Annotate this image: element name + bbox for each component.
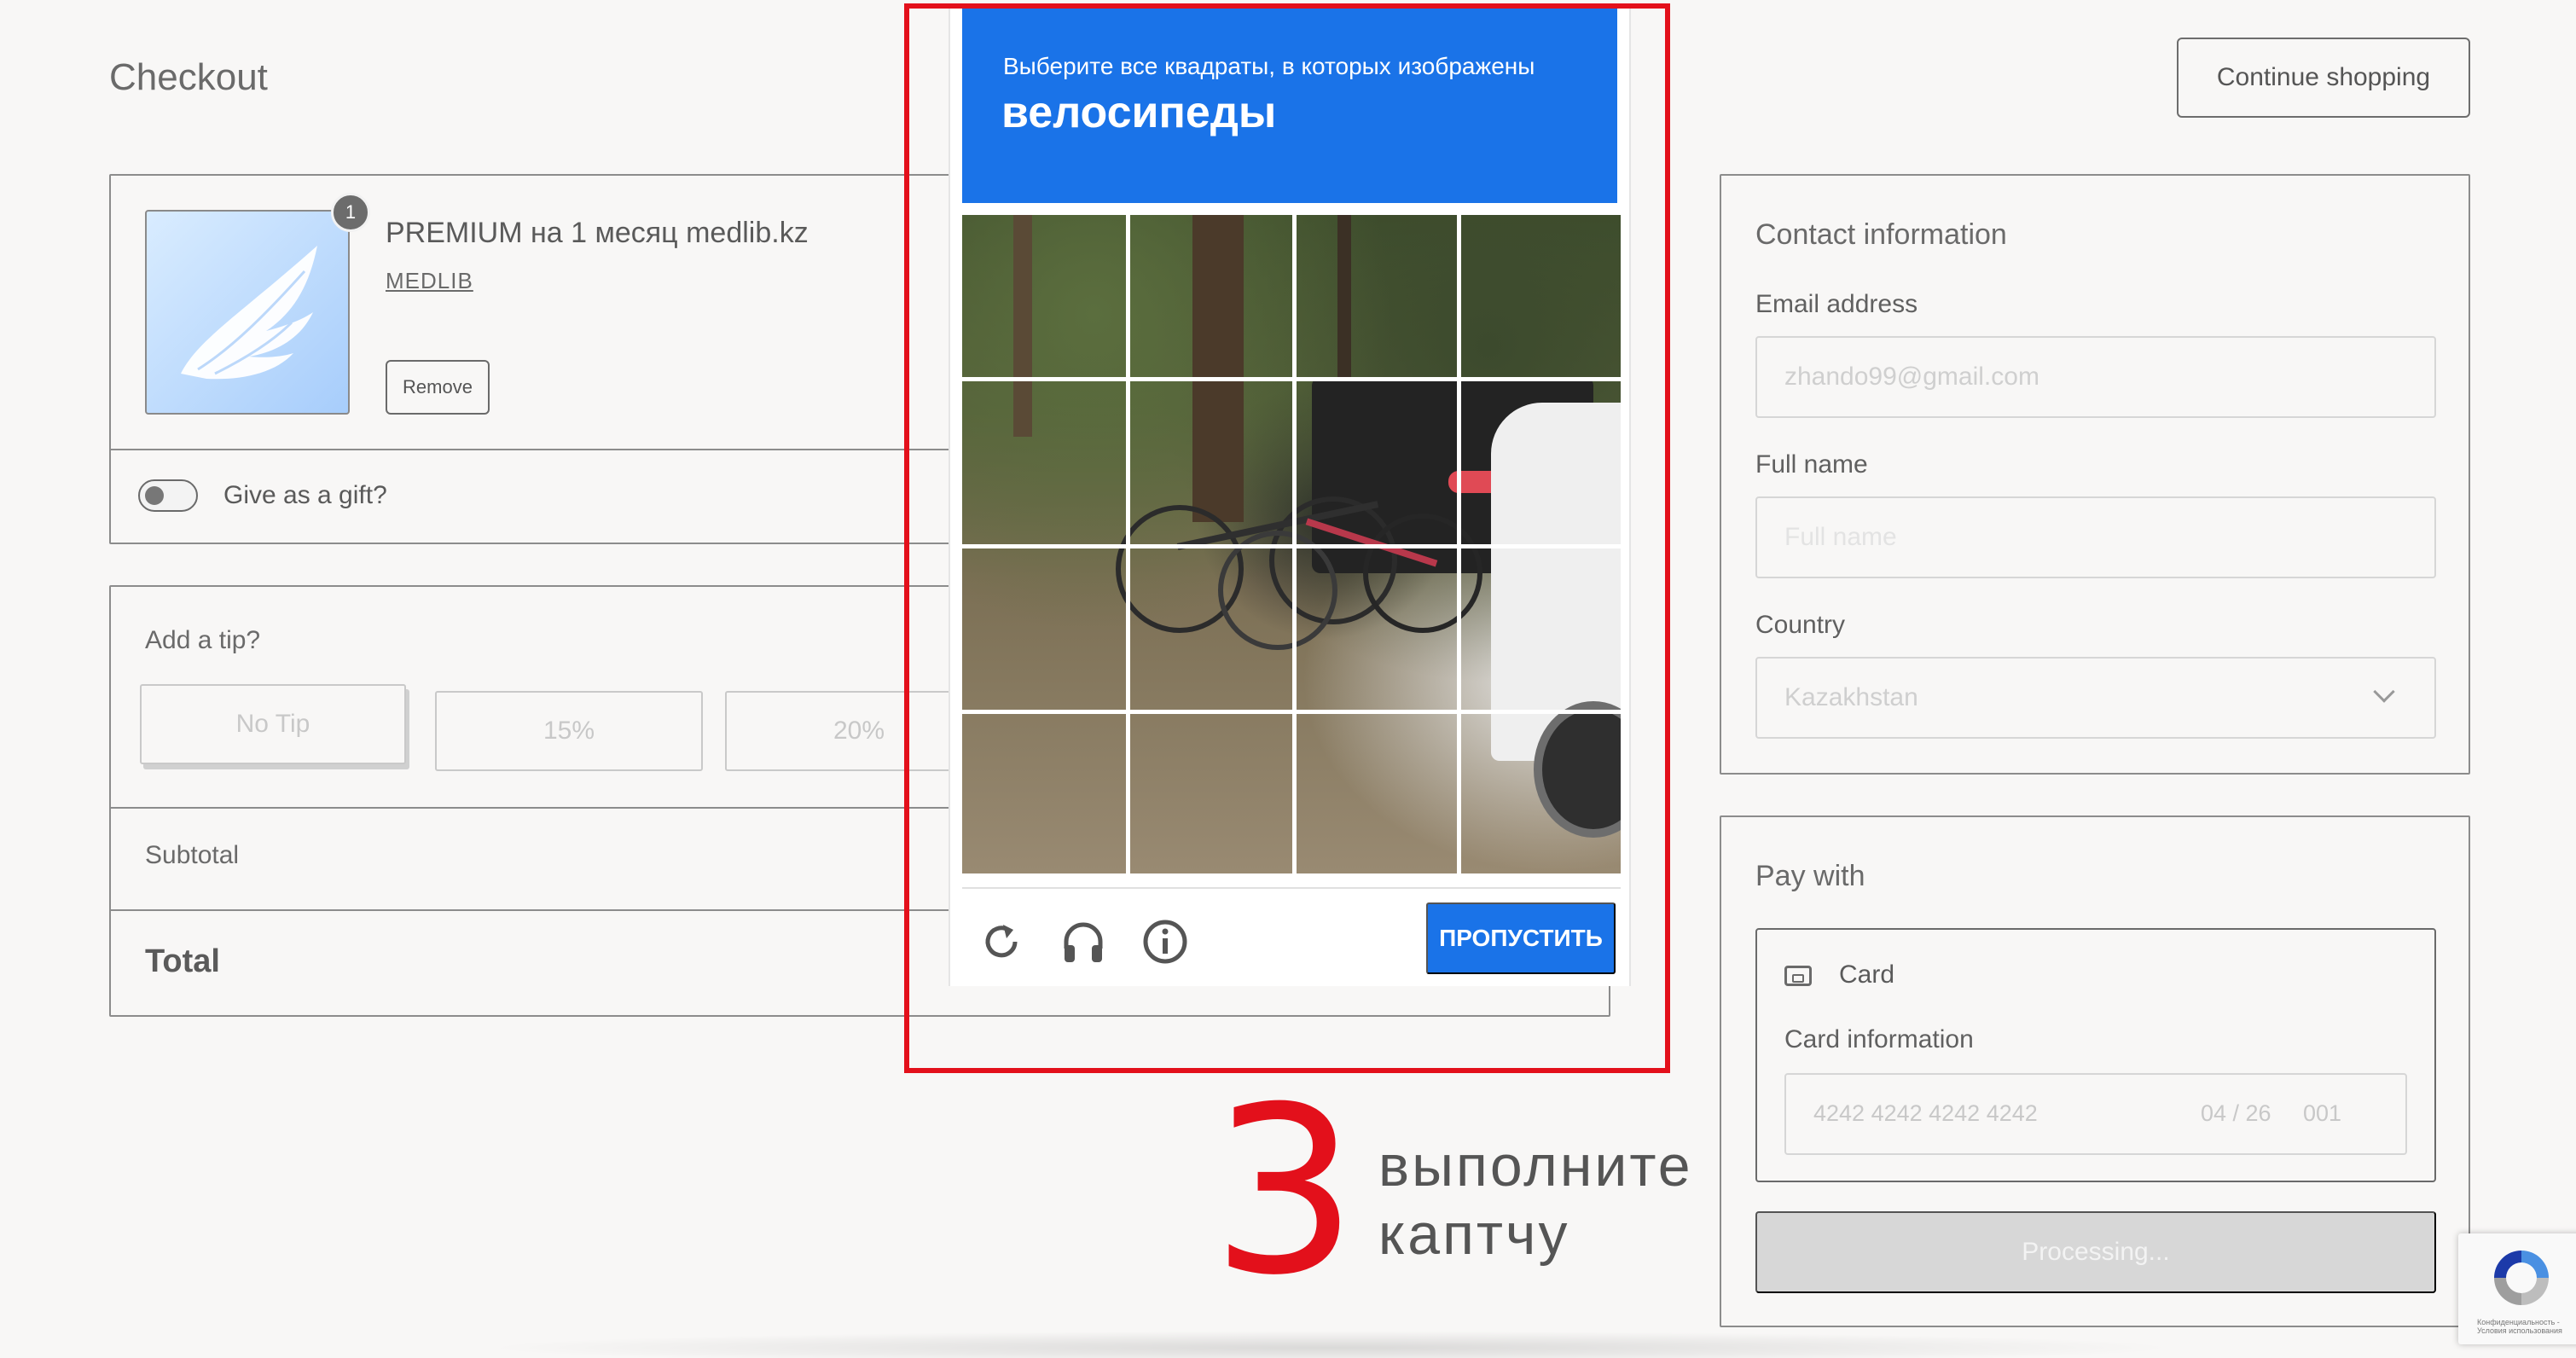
card-expiry-placeholder: 04 / 26 [2201,1100,2271,1126]
contact-information-card: Contact information Email address zhando… [1720,174,2470,775]
credit-card-icon [1784,966,1812,986]
recaptcha-privacy-text: Конфиденциальность - Условия использован… [2477,1318,2562,1335]
card-cvc-placeholder: 001 [2303,1100,2342,1126]
step-instruction-line1: выполните [1378,1134,1693,1198]
recaptcha-badge[interactable]: Конфиденциальность - Условия использован… [2458,1233,2576,1344]
toggle-knob [145,486,164,505]
page-title: Checkout [109,56,268,98]
country-select[interactable]: Kazakhstan [1755,657,2436,739]
subtotal-label: Subtotal [145,841,240,869]
contact-title: Contact information [1755,218,2007,251]
captcha-highlight-outline [904,3,1670,1073]
product-image [145,210,350,415]
submit-payment-button[interactable]: Processing... [1755,1211,2436,1293]
continue-shopping-button[interactable]: Continue shopping [2177,38,2470,118]
bottom-shadow [478,1331,2184,1358]
step-instruction-line2: каптчу [1378,1202,1570,1267]
total-label: Total [145,943,220,979]
chevron-down-icon [2373,681,2395,703]
step-number: 3 [1211,1057,1358,1326]
country-value: Kazakhstan [1784,683,1918,711]
email-label: Email address [1755,290,1918,318]
product-name: PREMIUM на 1 месяц medlib.kz [386,217,809,249]
gift-toggle[interactable] [138,479,198,512]
wing-logo-icon [181,246,317,380]
recaptcha-logo-icon [2494,1251,2549,1305]
tip-title: Add a tip? [145,626,261,654]
card-payment-option[interactable]: Card Card information 4242 4242 4242 424… [1755,928,2436,1182]
product-vendor-link[interactable]: MEDLIB [386,268,473,294]
quantity-badge: 1 [331,193,370,232]
card-info-label: Card information [1784,1025,1974,1053]
fullname-label: Full name [1755,450,1868,479]
gift-label: Give as a gift? [223,481,387,509]
email-field[interactable]: zhando99@gmail.com [1755,336,2436,418]
payment-card: Pay with Card Card information 4242 4242… [1720,815,2470,1327]
tip-option-no-tip[interactable]: No Tip [140,684,406,764]
card-number-input[interactable]: 4242 4242 4242 4242 04 / 26 001 [1784,1073,2407,1155]
card-number-placeholder: 4242 4242 4242 4242 [1813,1100,2038,1126]
card-method-label: Card [1839,960,1895,989]
tip-option-15[interactable]: 15% [435,691,703,771]
country-label: Country [1755,611,1846,639]
pay-with-title: Pay with [1755,860,1865,892]
remove-button[interactable]: Remove [386,360,490,415]
fullname-field[interactable]: Full name [1755,496,2436,578]
